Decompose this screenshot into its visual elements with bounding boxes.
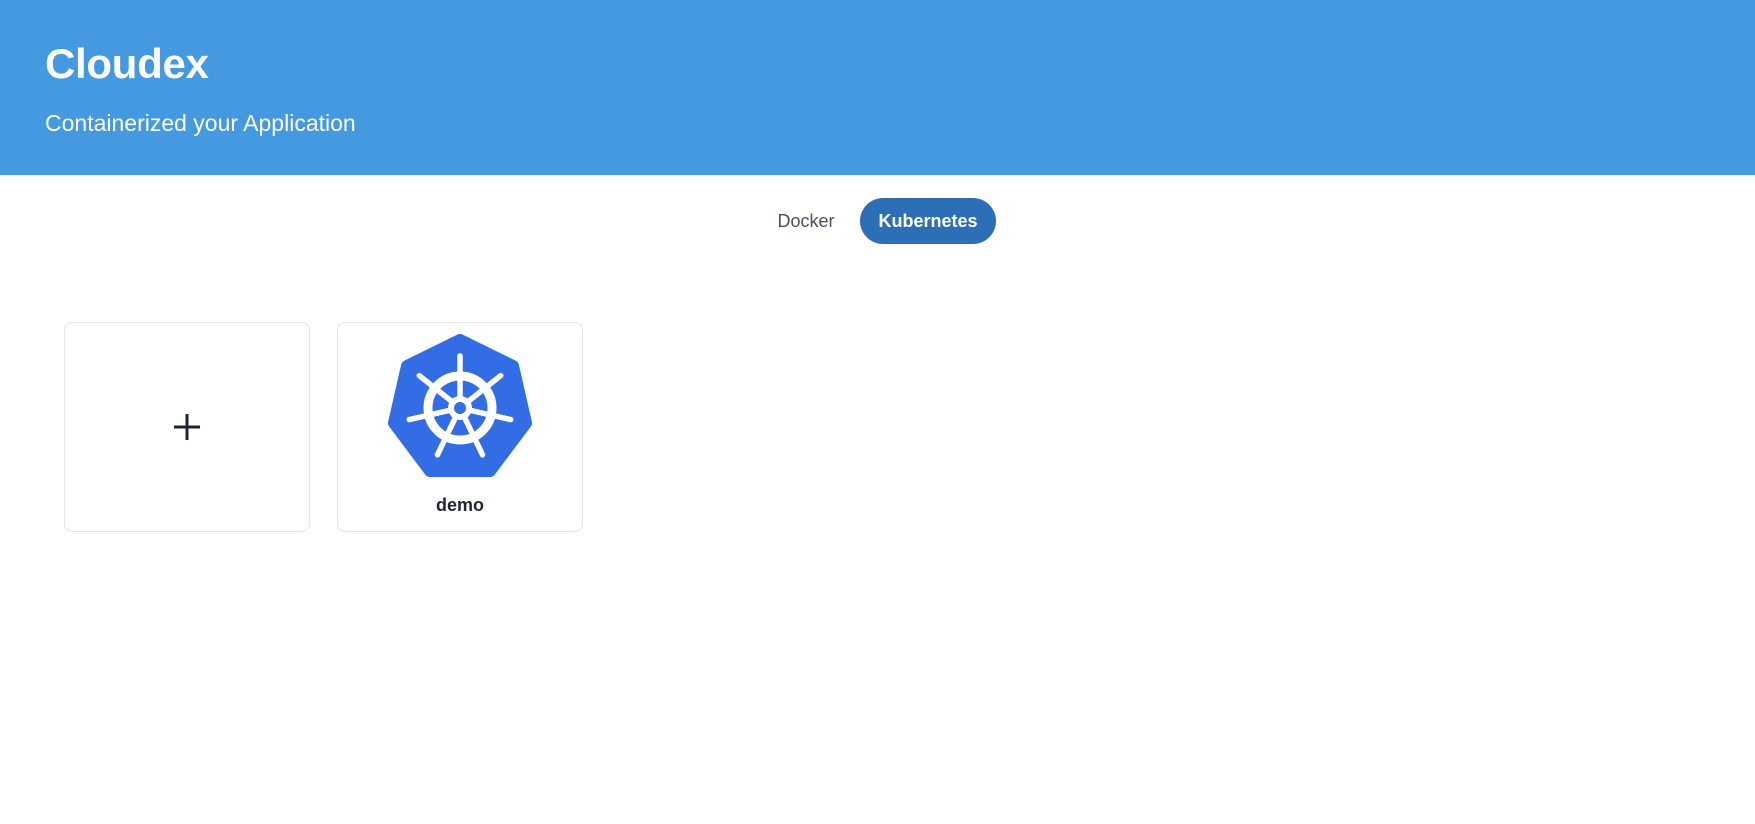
app-title: Cloudex <box>45 40 209 87</box>
app-card-demo[interactable]: demo <box>337 322 583 532</box>
plus-icon <box>174 414 200 440</box>
app-card-grid: demo <box>64 322 583 532</box>
app-card-name: demo <box>435 495 484 515</box>
tab-docker[interactable]: Docker <box>759 198 852 244</box>
app-subtitle: Containerized your Application <box>45 110 356 136</box>
kubernetes-logo-icon <box>388 334 532 477</box>
tab-kubernetes[interactable]: Kubernetes <box>860 198 996 244</box>
platform-tabs: Docker Kubernetes <box>0 198 1755 244</box>
app-header: Cloudex Containerized your Application <box>0 0 1755 175</box>
add-app-card[interactable] <box>64 322 310 532</box>
